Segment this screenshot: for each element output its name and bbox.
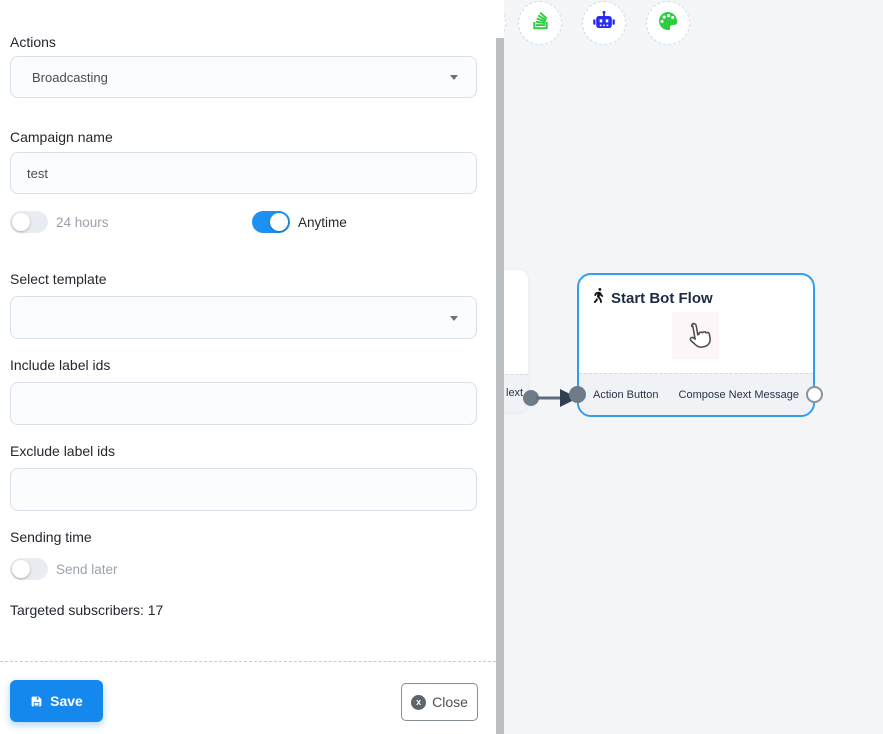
sending-time-label: Sending time	[10, 529, 92, 545]
partial-node-label: lext	[506, 375, 523, 412]
toggle-knob	[12, 213, 30, 231]
close-button-label: Close	[432, 694, 468, 710]
toggle-24-hours-label: 24 hours	[56, 215, 109, 230]
hand-cursor-icon	[672, 312, 719, 359]
broadcast-settings-panel: Actions Broadcasting Campaign name 24 ho…	[0, 0, 496, 734]
chevron-down-icon	[450, 75, 458, 80]
close-button[interactable]: x Close	[401, 683, 478, 721]
footer-divider	[0, 661, 496, 662]
actions-label: Actions	[10, 34, 56, 50]
palette-icon	[656, 9, 680, 38]
select-template-label: Select template	[10, 271, 107, 287]
node-output-port[interactable]	[806, 386, 823, 403]
flow-canvas[interactable]: lext Start Bot Flow Action Button Compos…	[496, 0, 883, 734]
toggle-anytime[interactable]	[252, 211, 290, 233]
actions-dropdown-value: Broadcasting	[11, 70, 108, 85]
stack-icon	[529, 9, 552, 37]
close-circle-icon: x	[411, 695, 426, 710]
scrollbar-thumb[interactable]	[496, 38, 504, 734]
node-footer-action-button-label: Action Button	[593, 389, 658, 401]
include-label-ids-input[interactable]	[10, 382, 477, 425]
select-template-dropdown[interactable]	[10, 296, 477, 339]
walking-person-icon	[593, 288, 604, 308]
toggle-24-hours[interactable]	[10, 211, 48, 233]
node-input-port[interactable]	[569, 386, 586, 403]
campaign-name-input[interactable]	[10, 152, 477, 194]
floppy-disk-icon	[30, 695, 43, 708]
node-header: Start Bot Flow	[579, 275, 813, 308]
exclude-label-ids-input[interactable]	[10, 468, 477, 511]
node-footer: Action Button Compose Next Message	[579, 373, 813, 415]
toggle-knob	[12, 560, 30, 578]
node-footer-compose-next-label: Compose Next Message	[679, 389, 799, 401]
include-label-ids-label: Include label ids	[10, 357, 110, 373]
toggle-send-later-label: Send later	[56, 562, 118, 577]
toolbar-stack-button[interactable]	[518, 1, 562, 45]
toggle-send-later[interactable]	[10, 558, 48, 580]
toggle-anytime-label: Anytime	[298, 215, 347, 230]
targeted-subscribers-label: Targeted subscribers:	[10, 602, 144, 618]
targeted-subscribers-text: Targeted subscribers: 17	[10, 602, 163, 618]
toggle-knob	[270, 213, 288, 231]
toolbar-theme-button[interactable]	[646, 1, 690, 45]
robot-icon	[592, 9, 616, 38]
campaign-name-label: Campaign name	[10, 129, 113, 145]
node-title: Start Bot Flow	[611, 290, 713, 307]
save-button[interactable]: Save	[10, 680, 103, 722]
save-button-label: Save	[50, 693, 83, 709]
toolbar-bot-button[interactable]	[582, 1, 626, 45]
scrollbar-track	[496, 0, 504, 38]
exclude-label-ids-label: Exclude label ids	[10, 443, 115, 459]
start-bot-flow-node[interactable]: Start Bot Flow Action Button Compose Nex…	[577, 273, 815, 417]
chevron-down-icon	[450, 316, 458, 321]
targeted-subscribers-count: 17	[148, 602, 164, 618]
actions-dropdown[interactable]: Broadcasting	[10, 56, 477, 98]
